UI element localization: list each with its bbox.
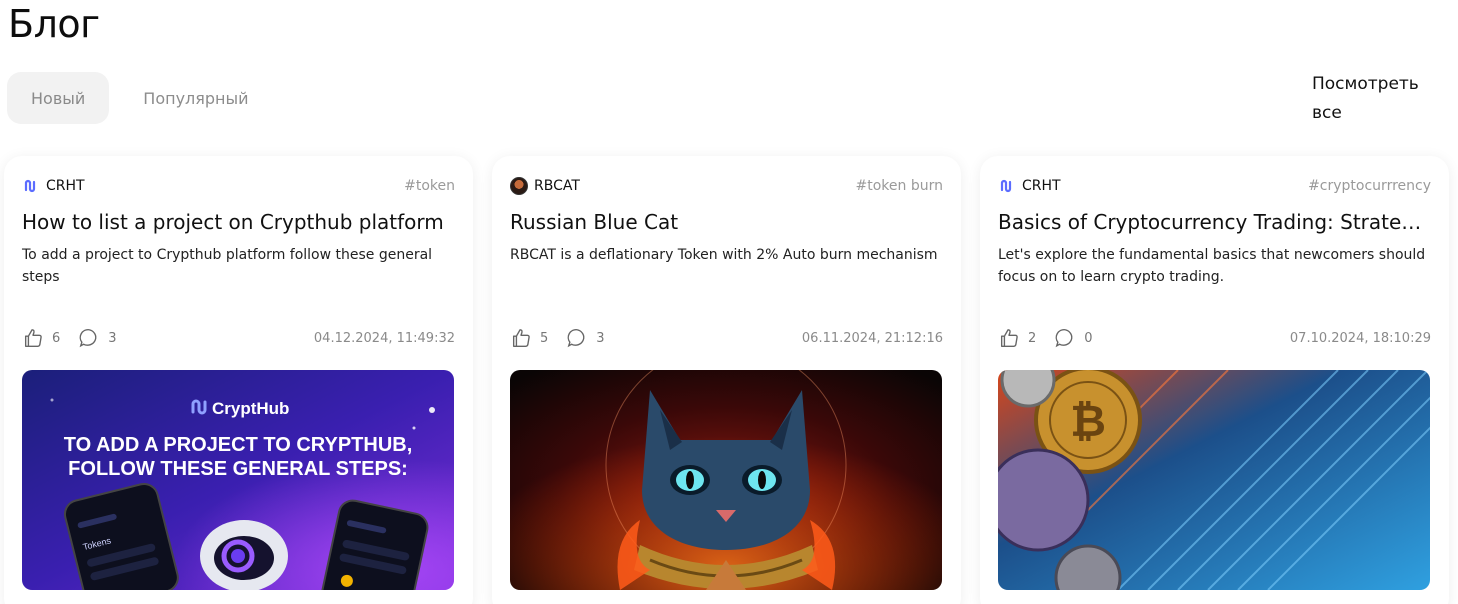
card-stats: 6 3 04.12.2024, 11:49:32 (22, 326, 455, 350)
comments-count: 3 (108, 330, 117, 346)
crypthub-logo-icon (22, 177, 40, 195)
card-author[interactable]: CRHT (1022, 178, 1061, 194)
blog-tabs: Новый Популярный (7, 72, 273, 124)
card-tag[interactable]: #token (404, 178, 455, 194)
tab-popular[interactable]: Популярный (119, 72, 272, 124)
comment-bubble-icon[interactable] (78, 327, 100, 349)
crypthub-logo-icon (998, 177, 1016, 195)
likes-count: 6 (52, 330, 61, 346)
comment-bubble-icon[interactable] (566, 327, 588, 349)
see-all-link[interactable]: Посмотреть все (1312, 70, 1442, 128)
card-author[interactable]: RBCAT (534, 178, 580, 194)
thumbs-up-icon[interactable] (22, 327, 44, 349)
card-image-blue-cat[interactable] (510, 370, 942, 590)
card-image-bitcoin[interactable]: ₿ (998, 370, 1430, 590)
card-stats: 2 0 07.10.2024, 18:10:29 (998, 326, 1431, 350)
card-description: Let's explore the fundamental basics tha… (998, 247, 1426, 285)
thumbs-up-icon[interactable] (998, 327, 1020, 349)
thumbs-up-icon[interactable] (510, 327, 532, 349)
blog-card[interactable]: RBCAT #token burn Russian Blue Cat RBCAT… (492, 156, 961, 604)
image-headline-1: TO ADD A PROJECT TO CRYPTHUB, (64, 434, 413, 456)
image-brand: CryptHub (212, 399, 289, 418)
card-title[interactable]: Russian Blue Cat (510, 210, 943, 234)
card-header: CRHT #cryptocurrrency (998, 176, 1431, 196)
card-image-crypthub[interactable]: CryptHub TO ADD A PROJECT TO CRYPTHUB, F… (22, 370, 454, 590)
blog-cards: CRHT #token How to list a project on Cry… (4, 156, 1454, 604)
card-stats: 5 3 06.11.2024, 21:12:16 (510, 326, 943, 350)
blog-card[interactable]: CRHT #token How to list a project on Cry… (4, 156, 473, 604)
comment-bubble-icon[interactable] (1054, 327, 1076, 349)
comments-count: 0 (1084, 330, 1093, 346)
page-title: Блог (8, 2, 100, 46)
card-tag[interactable]: #cryptocurrrency (1308, 178, 1431, 194)
card-title[interactable]: How to list a project on Crypthub platfo… (22, 210, 455, 234)
avatar (510, 177, 528, 195)
card-date: 07.10.2024, 18:10:29 (1289, 330, 1431, 346)
tab-new[interactable]: Новый (7, 72, 110, 124)
card-author[interactable]: CRHT (46, 178, 85, 194)
card-description: To add a project to Crypthub platform fo… (22, 247, 433, 285)
comments-count: 3 (596, 330, 605, 346)
card-header: RBCAT #token burn (510, 176, 943, 196)
svg-text:₿: ₿ (1070, 397, 1106, 446)
card-header: CRHT #token (22, 176, 455, 196)
image-headline-2: FOLLOW THESE GENERAL STEPS: (68, 458, 408, 480)
card-title[interactable]: Basics of Cryptocurrency Trading: Strate… (998, 210, 1431, 234)
card-tag[interactable]: #token burn (856, 178, 943, 194)
card-date: 06.11.2024, 21:12:16 (801, 330, 943, 346)
blog-card[interactable]: CRHT #cryptocurrrency Basics of Cryptocu… (980, 156, 1449, 604)
likes-count: 2 (1028, 330, 1037, 346)
card-description: RBCAT is a deflationary Token with 2% Au… (510, 247, 938, 263)
card-date: 04.12.2024, 11:49:32 (313, 330, 455, 346)
likes-count: 5 (540, 330, 549, 346)
